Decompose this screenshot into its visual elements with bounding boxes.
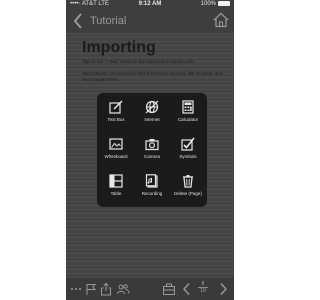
sources-text: SketchNotes can download files from many…: [82, 71, 224, 82]
page-title: Importing: [82, 39, 156, 56]
menu-item-delete-page[interactable]: Delete (Page): [170, 167, 206, 205]
phone-screen: ••••◦ AT&T LTE 9:12 AM 100% Tutorial Imp…: [66, 0, 234, 300]
home-icon[interactable]: [213, 12, 229, 28]
users-icon[interactable]: [116, 282, 130, 296]
menu-item-label: Whiteboard: [104, 154, 128, 159]
toolbox-icon[interactable]: [162, 282, 176, 296]
battery-indicator: 100%: [201, 0, 230, 9]
menu-item-whiteboard[interactable]: Whiteboard: [98, 130, 134, 168]
menu-item-label: Internet: [144, 117, 160, 122]
status-bar: ••••◦ AT&T LTE 9:12 AM 100%: [66, 0, 234, 9]
camera-icon: [145, 139, 159, 151]
bottom-toolbar: 8 10: [66, 277, 234, 300]
calculator-icon: [182, 100, 194, 114]
more-dots-icon[interactable]: [69, 282, 83, 296]
menu-item-label: Calculator: [177, 117, 199, 122]
previous-page-icon[interactable]: [180, 282, 194, 296]
insert-menu: Text Box Internet Calculator Whiteboard …: [97, 93, 207, 207]
nav-title: Tutorial: [90, 15, 127, 27]
internet-icon: [145, 100, 159, 114]
menu-item-camera[interactable]: Camera: [134, 130, 170, 168]
menu-item-internet[interactable]: Internet: [134, 93, 170, 131]
menu-item-recording[interactable]: Recording: [134, 167, 170, 205]
menu-item-label: Delete (Page): [174, 191, 202, 196]
menu-item-label: Text Box: [107, 117, 125, 122]
table-icon: [109, 174, 123, 188]
whiteboard-icon: [109, 138, 123, 150]
text-box-icon: [109, 100, 123, 114]
page-indicator: 8 10: [196, 281, 210, 294]
symbols-icon: [181, 137, 195, 151]
flag-icon[interactable]: [84, 282, 98, 296]
menu-item-label: Recording: [141, 191, 163, 196]
back-chevron-icon[interactable]: [72, 12, 84, 30]
share-icon[interactable]: [99, 282, 113, 296]
menu-item-table[interactable]: Table: [98, 167, 134, 205]
menu-item-symbols[interactable]: Symbols: [170, 130, 206, 168]
menu-item-text-box[interactable]: Text Box: [98, 93, 134, 131]
next-page-icon[interactable]: [216, 282, 230, 296]
trash-icon: [183, 175, 193, 188]
menu-item-label: Symbols: [179, 154, 197, 159]
menu-item-label: Table: [110, 191, 122, 196]
menu-item-label: Camera: [143, 154, 160, 159]
nav-bar: Tutorial: [66, 9, 234, 33]
battery-percent: 100%: [200, 1, 216, 7]
page-content: Importing Tap on the "+ Box" button in t…: [66, 33, 234, 277]
total-page-number: 10: [200, 288, 206, 294]
battery-icon: [218, 0, 230, 6]
instruction-text: Tap on the "+ Box" button in the lower l…: [82, 59, 196, 64]
menu-item-calculator[interactable]: Calculator: [170, 93, 206, 131]
recording-icon: [145, 174, 158, 188]
